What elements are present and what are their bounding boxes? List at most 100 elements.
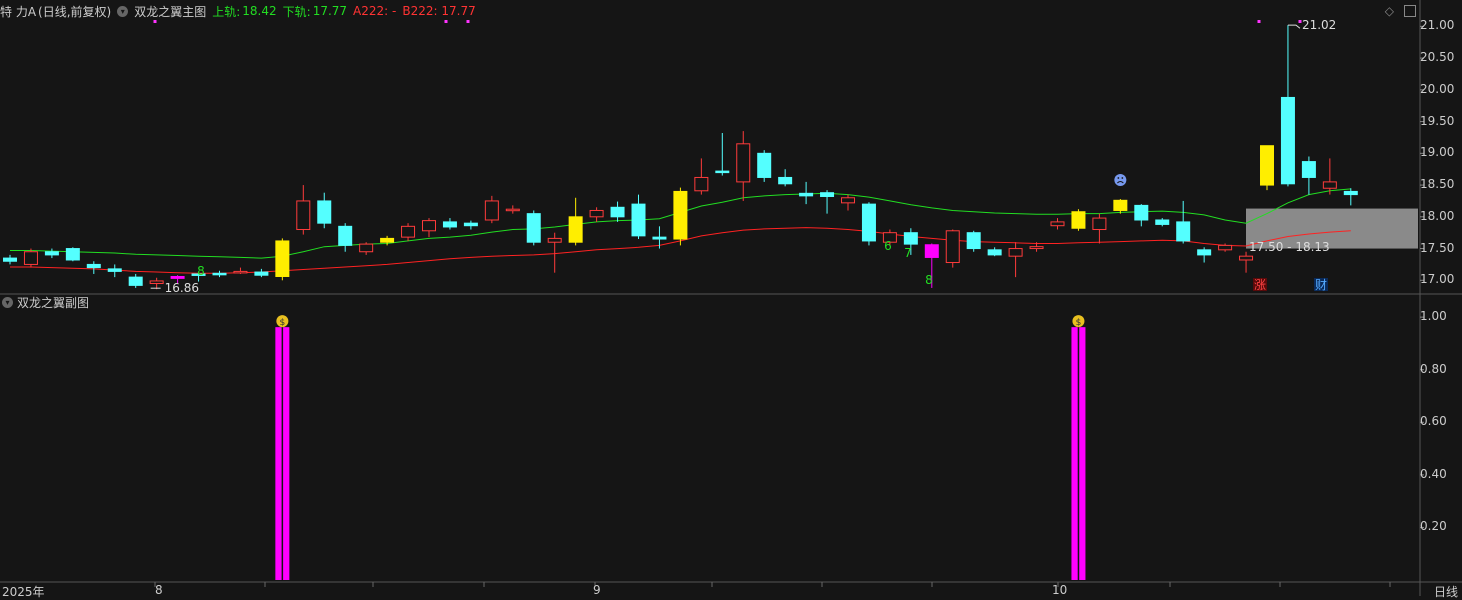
y-axis-label: 18.50 <box>1420 177 1455 192</box>
candle-body <box>380 237 395 243</box>
candle <box>1134 204 1149 227</box>
stock-name: 特 力A <box>0 4 37 19</box>
candle-body <box>1176 221 1191 242</box>
candle-body <box>170 275 185 279</box>
chart-corner-controls: ◇ <box>1385 4 1416 18</box>
period-label: (日线,前复权) <box>38 4 112 19</box>
candle-body <box>1197 249 1212 256</box>
candle <box>966 230 981 252</box>
lower-rail-value: 17.77 <box>312 4 348 18</box>
candle <box>526 210 541 246</box>
candle-body <box>1008 248 1023 257</box>
candle-body <box>505 208 520 212</box>
candle <box>442 218 457 230</box>
candle <box>1008 242 1023 278</box>
candle <box>484 195 499 224</box>
money-bag-symbol: $ <box>1076 318 1082 328</box>
candle-body <box>736 143 751 183</box>
candle <box>673 187 688 246</box>
candle <box>1176 200 1191 244</box>
candle-body <box>3 257 17 262</box>
candle-body <box>463 222 478 227</box>
sub-y-axis-label: 0.80 <box>1420 361 1447 376</box>
candle <box>1280 25 1295 187</box>
sub-indicator-menu-icon[interactable]: ▾ <box>2 297 13 308</box>
candle-body <box>1260 145 1274 186</box>
candle-body <box>715 170 730 174</box>
high-price-label: 21.02 <box>1302 18 1336 32</box>
candle <box>631 194 646 240</box>
candle-body <box>799 192 814 197</box>
candle-body <box>1301 161 1316 178</box>
a222-value: A222: - <box>353 4 397 18</box>
candle <box>778 169 793 187</box>
candle-body <box>694 176 709 192</box>
lower-rail-label: 下轨: <box>282 4 311 19</box>
indicator-menu-icon[interactable]: ▾ <box>117 5 129 17</box>
candle <box>275 238 290 281</box>
candle <box>757 150 772 182</box>
candle <box>44 248 59 259</box>
candle <box>799 181 814 205</box>
candle <box>128 273 143 288</box>
candle-body <box>757 152 772 178</box>
b222-value: B222: 17.77 <box>402 4 476 18</box>
candle-body <box>338 225 353 246</box>
upper-rail-label: 上轨: <box>212 4 241 19</box>
candle <box>86 261 101 274</box>
indicator-name[interactable]: 双龙之翼主图 <box>134 3 206 20</box>
y-axis-label: 21.00 <box>1420 18 1455 33</box>
candle <box>463 220 478 230</box>
sub-y-axis-label: 0.40 <box>1420 466 1447 481</box>
low-price-label: 16.86 <box>165 281 199 295</box>
candle-body <box>673 190 688 240</box>
candle <box>1343 188 1358 206</box>
sub-panel-header: ▾ 双龙之翼副图 <box>2 294 89 311</box>
candle <box>1322 158 1337 195</box>
candle <box>589 207 604 222</box>
candle <box>401 223 416 241</box>
candle-body <box>1134 204 1149 221</box>
candle-body <box>903 232 918 245</box>
candle-body <box>1113 199 1128 211</box>
kline-chart[interactable]: 21.0216.8617.50 - 18.136 788涨 财$ $ <box>0 0 1462 596</box>
candle <box>1092 213 1107 244</box>
candle-body <box>966 232 981 250</box>
candle-body <box>820 192 835 197</box>
candle <box>694 158 709 195</box>
candle <box>861 202 876 246</box>
candle-body <box>212 272 227 276</box>
candle-body <box>23 251 38 265</box>
candle-body <box>1239 255 1254 261</box>
maximize-icon[interactable] <box>1404 5 1416 17</box>
candle <box>23 248 38 268</box>
y-axis-label: 17.00 <box>1420 272 1455 287</box>
candle <box>1071 209 1086 231</box>
candle <box>359 242 374 255</box>
upper-rail-value: 18.42 <box>242 4 277 18</box>
candle <box>317 192 332 229</box>
candle <box>254 268 269 278</box>
candle-body <box>1343 190 1358 196</box>
y-axis-label: 17.50 <box>1420 240 1455 255</box>
period-selector[interactable]: 日线 <box>1434 583 1458 600</box>
signal-dot <box>466 20 470 23</box>
candle <box>715 133 730 176</box>
candle-body <box>86 263 101 269</box>
diamond-icon[interactable]: ◇ <box>1385 4 1394 18</box>
candle-body <box>359 243 374 253</box>
candle-body <box>652 236 667 240</box>
sub-panel-title[interactable]: 双龙之翼副图 <box>17 294 89 311</box>
candle-body <box>1092 217 1107 231</box>
candle-body <box>484 200 499 221</box>
candle-body <box>107 268 122 272</box>
cai-badge: 财 <box>1314 278 1328 292</box>
candle-body <box>149 280 164 284</box>
count-label-8b: 8 <box>197 264 205 278</box>
money-bag-symbol: $ <box>279 318 285 328</box>
candle-body <box>987 249 1002 256</box>
candle <box>212 270 227 278</box>
candle-body <box>861 203 876 242</box>
candle <box>610 201 625 222</box>
x-label-year: 2025年 <box>2 585 45 599</box>
